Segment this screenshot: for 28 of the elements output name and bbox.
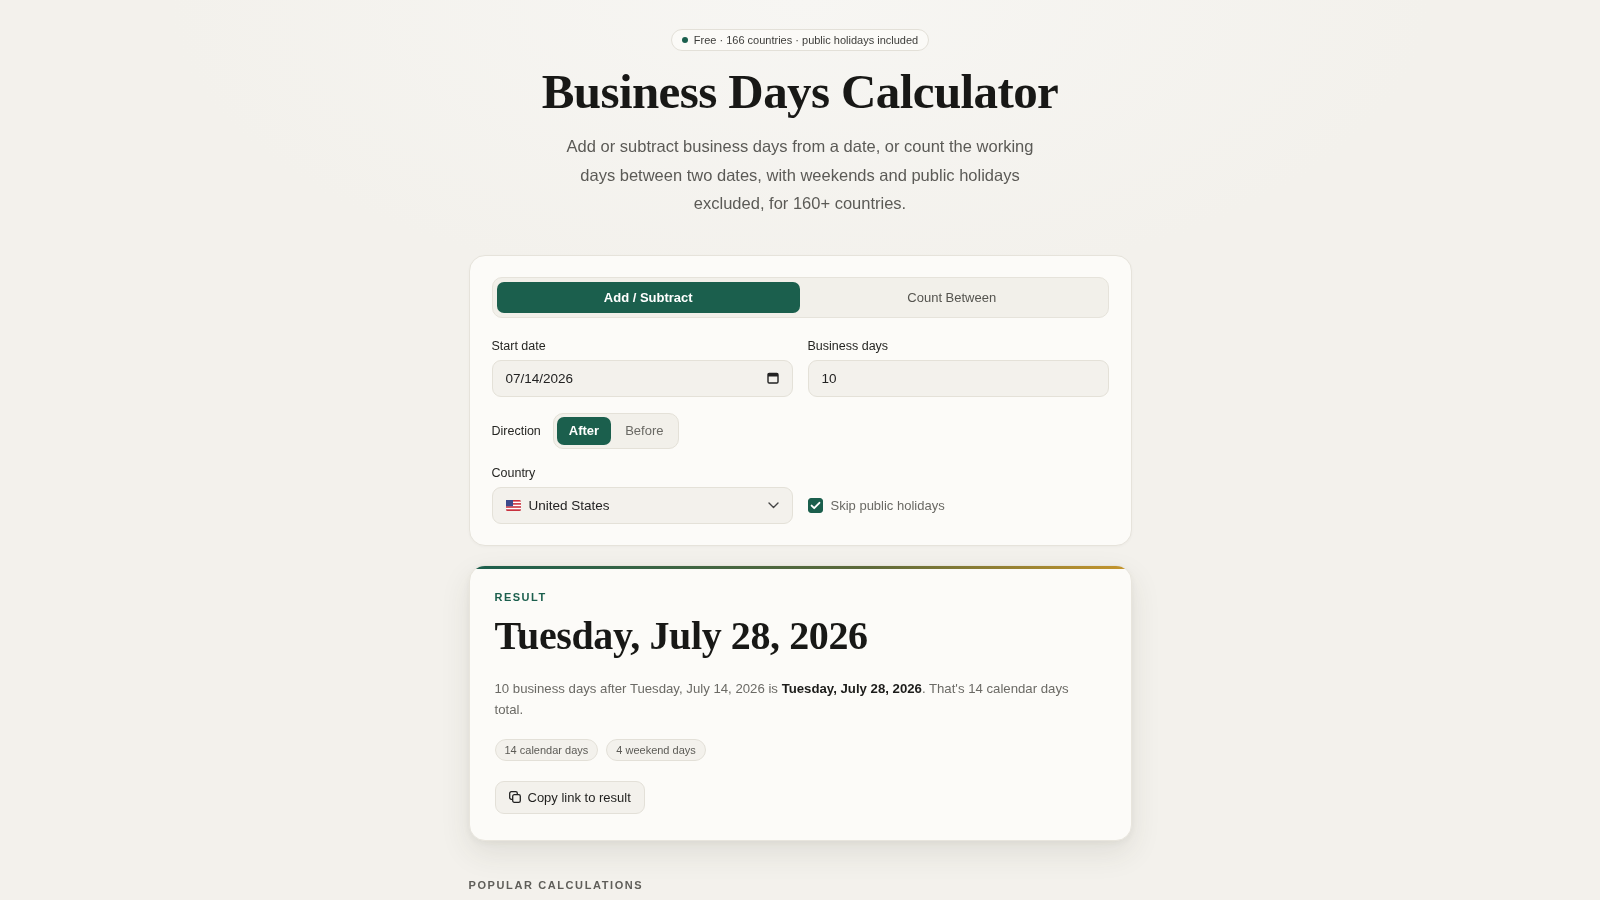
country-select[interactable]: United States [491, 486, 793, 524]
stat-chip: 14 calendar days [494, 738, 599, 761]
page-subtitle: Add or subtract business days from a date, or count the working days between two dates, with weekends and public holidays excluded, for 160+ countries. [565, 136, 1035, 215]
direction-option[interactable]: Before [613, 416, 676, 445]
mode-tab[interactable]: Count Between [800, 281, 1104, 313]
page-title: Business Days Calculator [541, 64, 1059, 120]
result-heading: RESULT [494, 589, 547, 604]
result-date: Tuesday, July 28, 2026 [494, 611, 868, 660]
checkbox-label[interactable]: Skip public holidays [830, 497, 945, 513]
number-field[interactable]: 10 [807, 359, 1109, 397]
direction-option[interactable]: After [556, 416, 612, 445]
checkbox[interactable] [807, 497, 823, 513]
badge-text: Free · 166 countries · public holidays included [693, 34, 919, 46]
copy-icon [508, 791, 521, 804]
section-heading: POPULAR CALCULATIONS [468, 877, 644, 892]
stat-chip: 4 weekend days [606, 738, 706, 761]
field-label: Direction [491, 422, 541, 439]
mode-tab[interactable]: Add / Subtract [496, 281, 800, 313]
field-label: Start date [491, 337, 546, 354]
field-label: Country [491, 464, 536, 481]
copy-link-button[interactable]: Copy link to result [494, 780, 645, 814]
calendar-icon[interactable] [766, 372, 779, 385]
date-field[interactable]: 07/14/2026 [491, 359, 793, 397]
flag-icon [505, 499, 521, 511]
result-summary: 10 business days after Tuesday, July 14, 2026 is Tuesday, July 28, 2026. That's 14 calendar days total. [494, 679, 1070, 719]
dot-icon [681, 37, 688, 43]
chevron-down-icon[interactable] [767, 501, 779, 509]
field-label: Business days [807, 337, 889, 354]
